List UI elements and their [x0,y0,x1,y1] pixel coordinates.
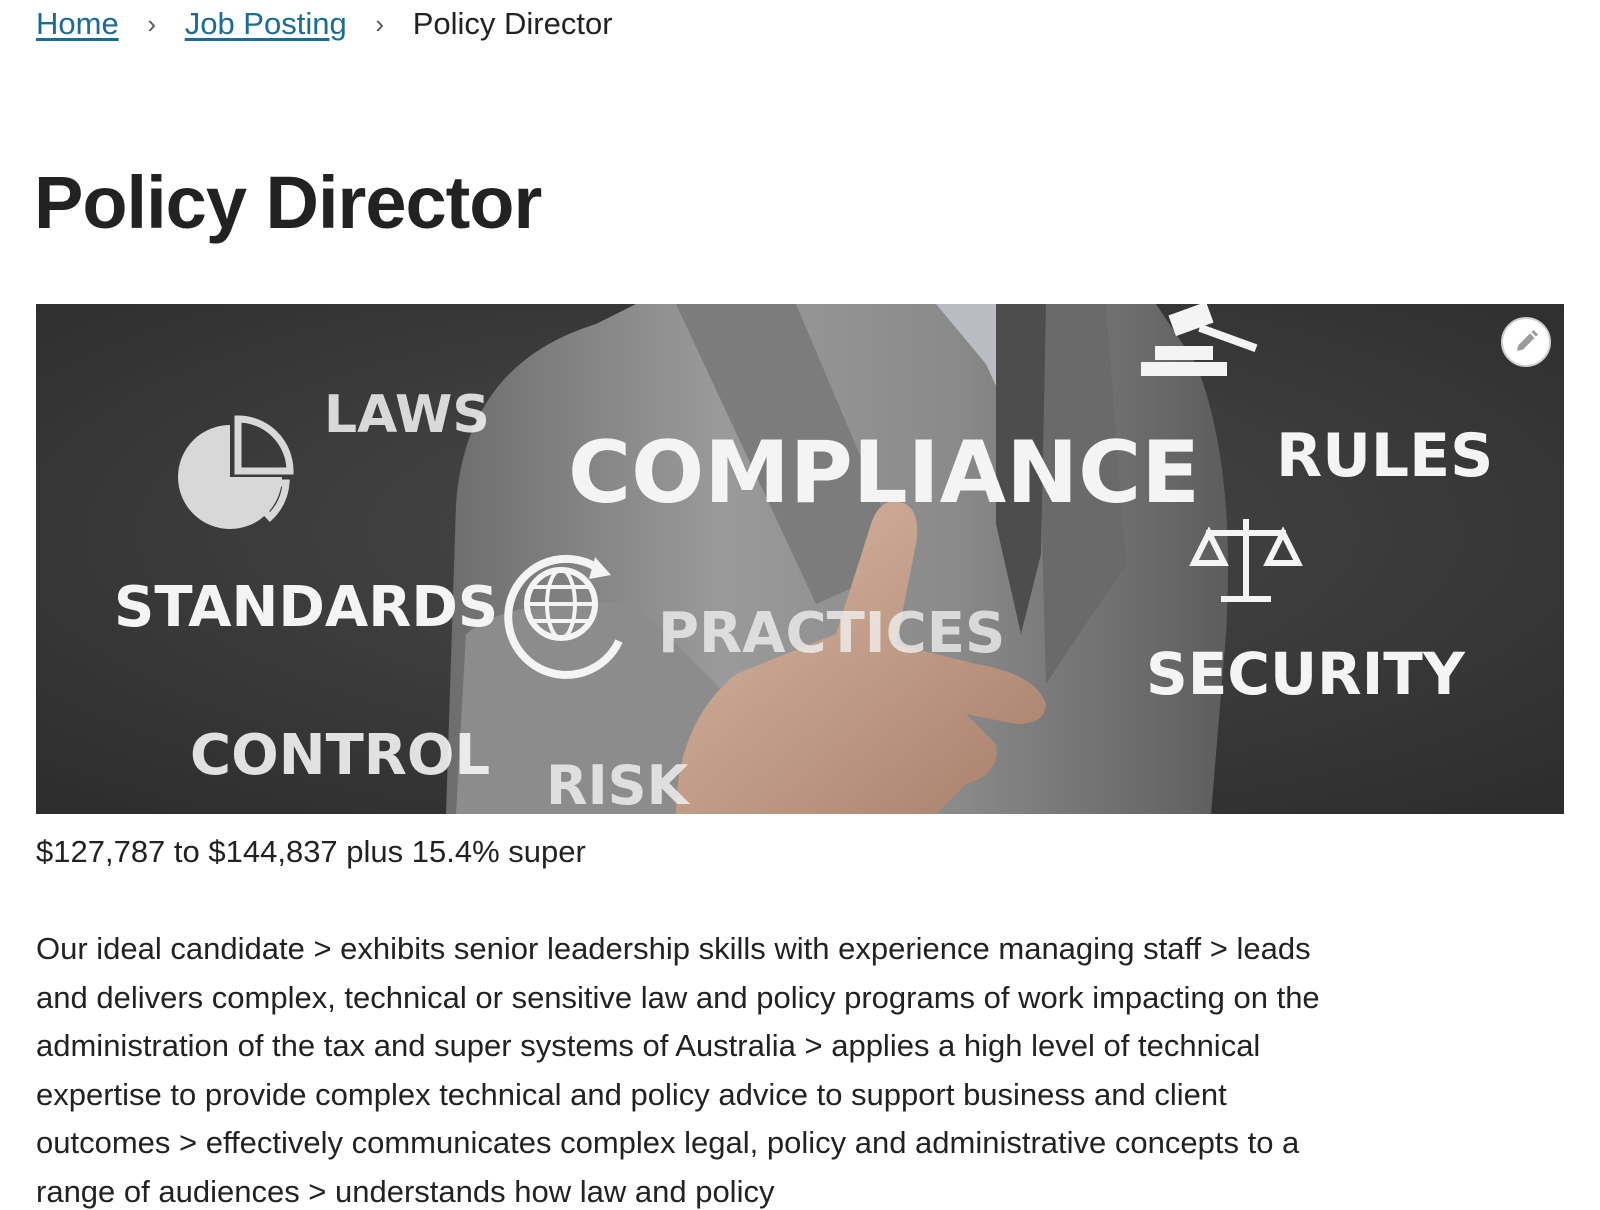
breadcrumb-job-posting-link[interactable]: Job Posting [185,4,347,44]
hero-word-rules: RULES [1276,421,1493,491]
hero-illustration: LAWS COMPLIANCE RULES STANDARDS PRACTICE… [36,304,1564,814]
page-title: Policy Director [34,161,542,244]
breadcrumb-separator-icon: › [375,9,385,39]
hero-word-laws: LAWS [324,385,490,445]
salary-text: $127,787 to $144,837 plus 15.4% super [36,834,586,869]
hero-word-standards: STANDARDS [114,575,498,640]
breadcrumb-home-link[interactable]: Home [36,4,119,44]
hero-word-security: SECURITY [1146,640,1466,708]
job-posting-page: Home › Job Posting › Policy Director Pol… [0,0,1600,1210]
hero-image: LAWS COMPLIANCE RULES STANDARDS PRACTICE… [36,304,1564,814]
job-description: Our ideal candidate > exhibits senior le… [36,931,1320,1209]
edit-image-button[interactable] [1501,317,1551,367]
hero-word-control: CONTROL [190,723,490,788]
hero-word-compliance: COMPLIANCE [568,423,1200,523]
breadcrumb: Home › Job Posting › Policy Director [36,4,613,44]
hero-word-risk: RISK [546,754,691,814]
pencil-icon [1517,330,1538,351]
breadcrumb-separator-icon: › [147,9,157,39]
breadcrumb-current: Policy Director [412,6,613,41]
hero-word-practices: PRACTICES [658,601,1005,666]
